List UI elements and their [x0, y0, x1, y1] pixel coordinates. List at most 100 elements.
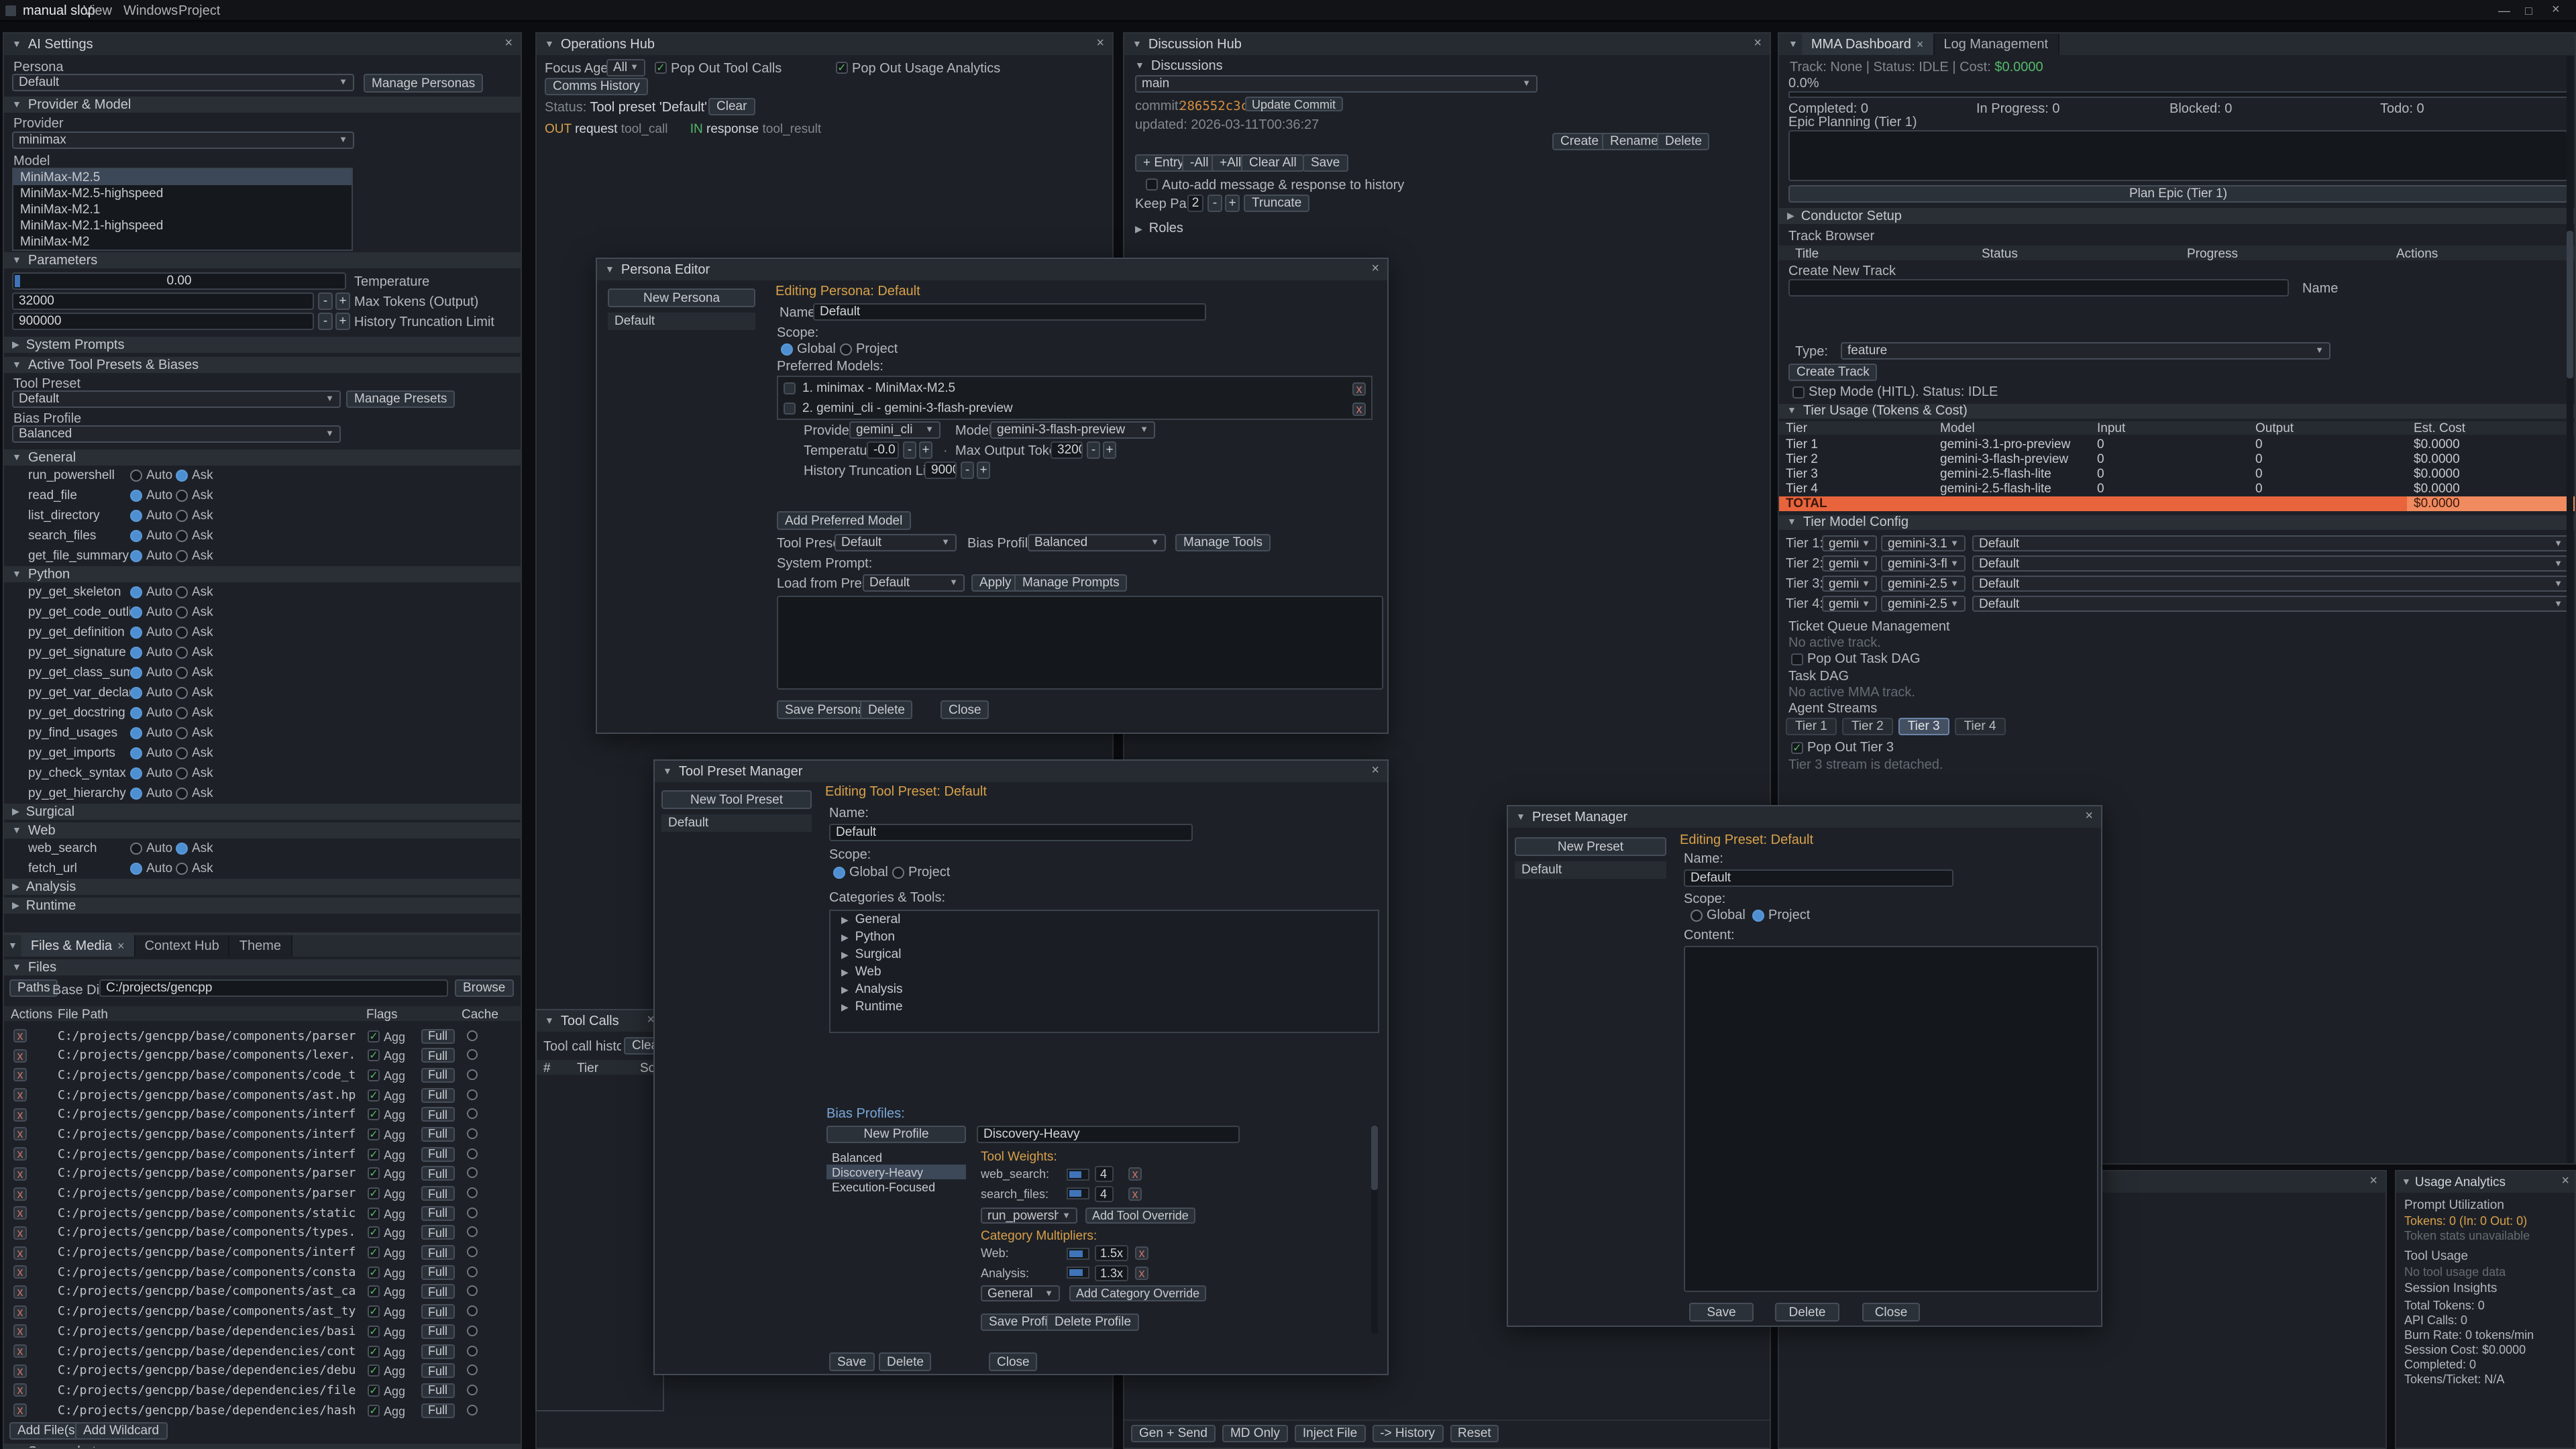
menu-view[interactable]: View — [83, 4, 112, 19]
truncate-button[interactable]: Truncate — [1244, 195, 1309, 212]
full-flag-button[interactable]: Full — [421, 1265, 454, 1280]
system-prompts-section[interactable]: ▶System Prompts — [4, 337, 521, 353]
new-persona-button[interactable]: New Persona — [608, 288, 755, 307]
remove-file-button[interactable]: x — [13, 1266, 27, 1279]
delete-tool-preset-button[interactable]: Delete — [879, 1352, 932, 1371]
history-limit-increment-button[interactable]: + — [335, 313, 350, 330]
ask-radio[interactable] — [176, 586, 188, 598]
temperature-input[interactable]: -0.0 — [867, 441, 899, 459]
persona-select[interactable]: Default▼ — [12, 74, 354, 91]
ask-radio[interactable] — [176, 490, 188, 502]
ask-radio[interactable] — [176, 606, 188, 619]
history-decrement-button[interactable]: - — [961, 462, 974, 479]
tool-group-python[interactable]: ▼Python — [4, 566, 521, 582]
agg-checkbox[interactable] — [368, 1227, 380, 1239]
cache-indicator[interactable] — [467, 1109, 478, 1120]
close-icon[interactable]: × — [117, 939, 125, 953]
tool-group-surgical[interactable]: ▶Surgical — [4, 804, 521, 820]
provider-select[interactable]: minimax▼ — [12, 131, 354, 149]
scope-project-radio[interactable] — [892, 867, 904, 879]
update-commit-button[interactable]: Update Commit — [1245, 97, 1342, 111]
tier-model-config-section[interactable]: ▼Tier Model Config — [1779, 515, 2575, 530]
close-icon[interactable]: × — [1371, 765, 1379, 778]
tier-model-select[interactable]: gemini-2.5-flash-lite▼ — [1881, 576, 1966, 592]
auto-radio[interactable] — [130, 627, 142, 639]
tool-weight-value[interactable]: 4 — [1095, 1166, 1114, 1182]
cache-indicator[interactable] — [467, 1148, 478, 1159]
conductor-setup-section[interactable]: ▶Conductor Setup — [1779, 208, 2575, 224]
manage-prompts-button[interactable]: Manage Prompts — [1014, 574, 1128, 592]
remove-file-button[interactable]: x — [13, 1108, 27, 1122]
cache-indicator[interactable] — [467, 1385, 478, 1395]
delete-persona-button[interactable]: Delete — [860, 700, 913, 719]
tool-preset-select[interactable]: Default▼ — [835, 534, 957, 551]
cache-indicator[interactable] — [467, 1404, 478, 1415]
agg-checkbox[interactable] — [368, 1207, 380, 1219]
ask-radio[interactable] — [176, 647, 188, 659]
window-close-icon[interactable]: × — [2552, 3, 2560, 17]
category-multiplier-value[interactable]: 1.3x — [1095, 1265, 1128, 1281]
step-mode-checkbox[interactable] — [1792, 386, 1805, 398]
ask-radio[interactable] — [176, 667, 188, 679]
category-row[interactable]: ▶ Python — [830, 928, 1378, 946]
collapse-icon[interactable]: ▼ — [12, 40, 21, 49]
preset-list-item[interactable]: Default — [1515, 861, 1666, 879]
ask-radio[interactable] — [176, 788, 188, 800]
full-flag-button[interactable]: Full — [421, 1324, 454, 1339]
cache-indicator[interactable] — [467, 1227, 478, 1238]
collapse-icon[interactable]: ▼ — [1784, 40, 1802, 49]
remove-file-button[interactable]: x — [13, 1088, 27, 1102]
agg-checkbox[interactable] — [368, 1305, 380, 1318]
tier-preset-select[interactable]: Default▼ — [1972, 535, 2569, 551]
scope-global-radio[interactable] — [1690, 910, 1703, 922]
discussion-action-button[interactable]: Inject File — [1295, 1425, 1365, 1442]
ask-radio[interactable] — [176, 843, 188, 855]
tool-preset-list-item[interactable]: Default — [661, 814, 812, 832]
preset-name-input[interactable] — [829, 824, 1193, 841]
max-tokens-input[interactable]: 32000 — [12, 292, 314, 310]
collapse-icon[interactable]: ▼ — [2402, 1177, 2411, 1187]
preset-name-input[interactable] — [1684, 869, 1953, 887]
discussion-action-button[interactable]: MD Only — [1222, 1425, 1288, 1442]
close-icon[interactable]: × — [1917, 38, 1924, 51]
dock-tab[interactable]: Context Hub × — [136, 935, 230, 957]
full-flag-button[interactable]: Full — [421, 1285, 454, 1299]
history-limit-input[interactable]: 900000 — [924, 462, 957, 479]
close-icon[interactable]: × — [1371, 263, 1379, 276]
keep-pairs-decrement-button[interactable]: - — [1208, 195, 1222, 212]
auto-radio[interactable] — [130, 667, 142, 679]
model-list-item[interactable]: MiniMax-M2 — [13, 233, 352, 250]
max-output-increment-button[interactable]: + — [1103, 441, 1116, 459]
category-row[interactable]: ▶ Analysis — [830, 981, 1378, 998]
save-tool-preset-button[interactable]: Save — [829, 1352, 874, 1371]
history-limit-input[interactable]: 900000 — [12, 313, 314, 330]
max-output-decrement-button[interactable]: - — [1087, 441, 1100, 459]
tier-preset-select[interactable]: Default▼ — [1972, 555, 2569, 572]
pop-out-usage-analytics-checkbox[interactable] — [836, 62, 848, 74]
manage-personas-button[interactable]: Manage Personas — [364, 74, 483, 93]
tier-provider-select[interactable]: gemini▼ — [1822, 555, 1877, 572]
discussion-action-button[interactable]: -> History — [1372, 1425, 1443, 1442]
max-tokens-increment-button[interactable]: + — [335, 292, 350, 310]
close-icon[interactable]: × — [2561, 1175, 2569, 1189]
close-persona-editor-button[interactable]: Close — [941, 700, 989, 719]
discussions-section[interactable]: ▼Discussions — [1135, 59, 1223, 74]
close-tool-preset-manager-button[interactable]: Close — [989, 1352, 1038, 1371]
load-from-preset-select[interactable]: Default▼ — [863, 574, 965, 592]
save-persona-button[interactable]: Save Persona — [777, 700, 873, 719]
bias-profile-item[interactable]: Balanced — [826, 1150, 966, 1165]
agg-checkbox[interactable] — [368, 1168, 380, 1180]
stream-tab[interactable]: Tier 4 — [1955, 718, 2006, 735]
tool-group-analysis[interactable]: ▶Analysis — [4, 879, 521, 895]
ask-radio[interactable] — [176, 627, 188, 639]
cache-indicator[interactable] — [467, 1168, 478, 1179]
agg-checkbox[interactable] — [368, 1246, 380, 1258]
tier-provider-select[interactable]: gemini▼ — [1822, 535, 1877, 551]
menu-project[interactable]: Project — [178, 4, 220, 19]
full-flag-button[interactable]: Full — [421, 1087, 454, 1102]
new-preset-button[interactable]: New Preset — [1515, 837, 1666, 856]
cache-indicator[interactable] — [467, 1089, 478, 1099]
model-list-item[interactable]: MiniMax-M2.1 — [13, 201, 352, 217]
remove-file-button[interactable]: x — [13, 1167, 27, 1181]
remove-file-button[interactable]: x — [13, 1384, 27, 1397]
